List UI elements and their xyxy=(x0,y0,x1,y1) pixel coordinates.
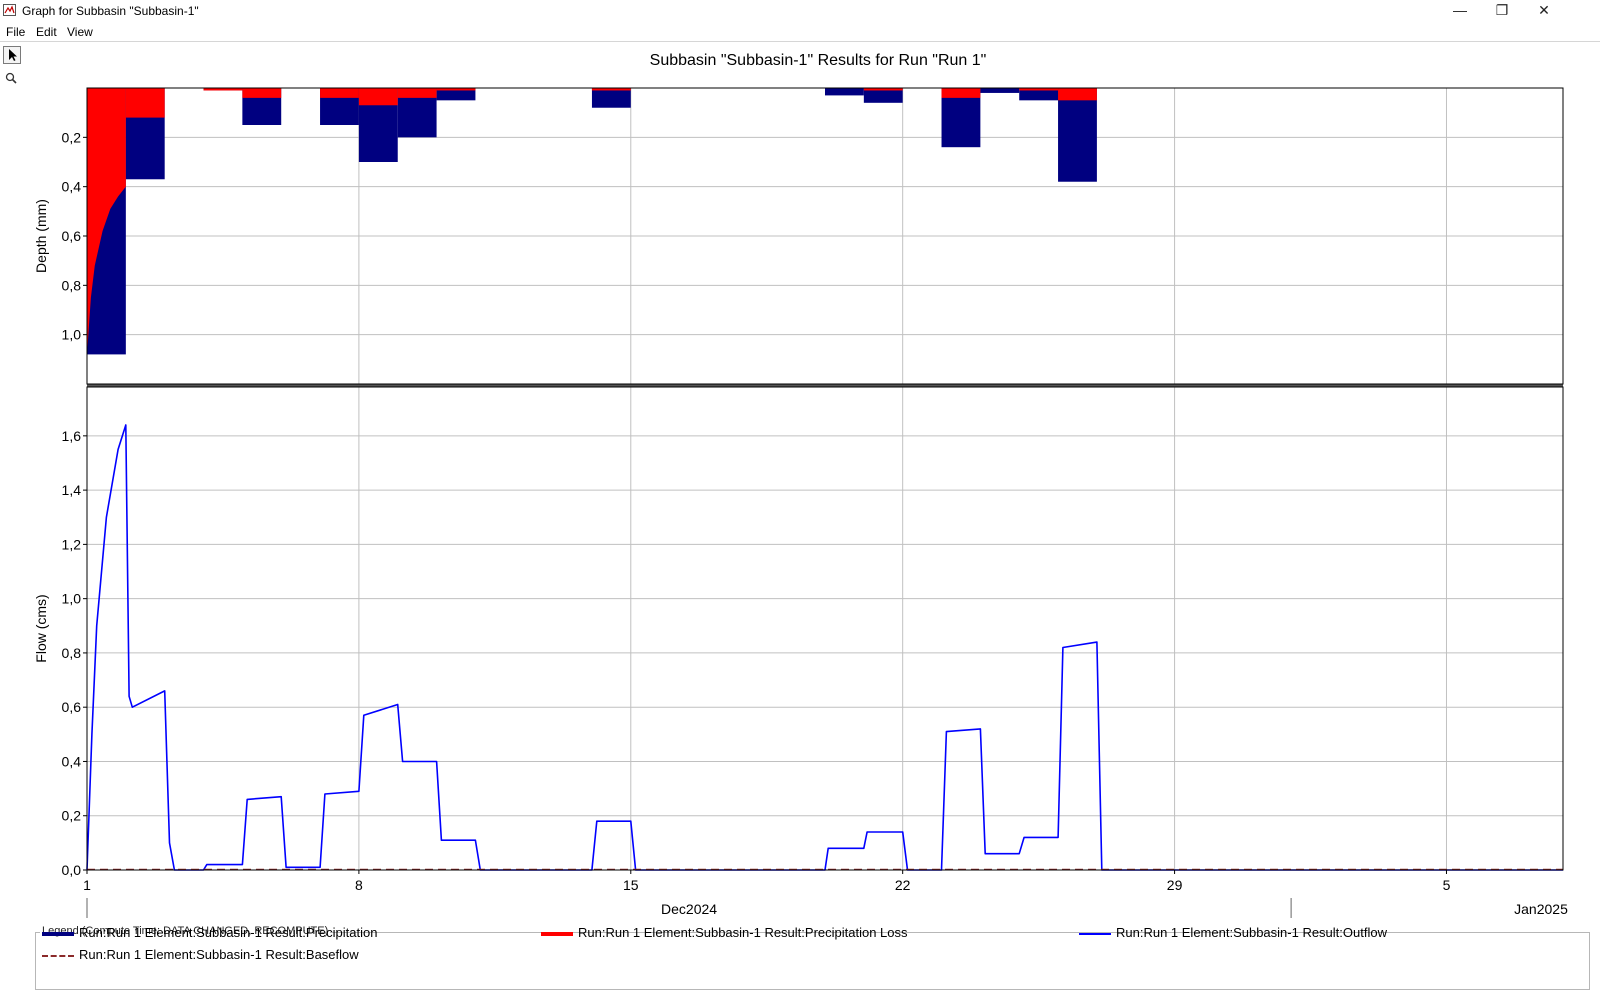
flow-panel: 0,0 0,2 0,4 0,6 0,8 1,0 1,2 1,4 1,6 Flow (cms) xyxy=(33,386,1564,878)
precipitation-loss-bar xyxy=(242,88,282,98)
flow-tick-label: 1,0 xyxy=(62,591,82,607)
legend-box: Legend (Compute Time: DATA CHANGED, RECO… xyxy=(35,925,1590,990)
legend-swatch-precipitation-loss xyxy=(541,932,573,936)
x-tick-label: 8 xyxy=(355,877,363,893)
menu-edit[interactable]: Edit xyxy=(36,25,57,39)
x-tick-label: 22 xyxy=(895,877,911,893)
depth-tick-label: 1,0 xyxy=(62,327,82,343)
legend-swatch-baseflow xyxy=(42,955,74,957)
flow-tick-label: 0,6 xyxy=(62,699,82,715)
legend-entry-precipitation-loss: Run:Run 1 Element:Subbasin-1 Result:Prec… xyxy=(578,925,908,940)
minimize-button[interactable]: — xyxy=(1438,0,1482,22)
x-tick-label: 5 xyxy=(1443,877,1451,893)
window-title: Graph for Subbasin "Subbasin-1" xyxy=(22,4,199,18)
x-tick-label: 29 xyxy=(1167,877,1183,893)
hec-hms-app-icon xyxy=(3,4,16,16)
precipitation-loss-bar xyxy=(1058,88,1097,101)
month-label: Dec2024 xyxy=(661,901,717,917)
precipitation-loss-bar xyxy=(125,88,165,118)
month-label: Jan2025 xyxy=(1514,901,1568,917)
flow-axis-label: Flow (cms) xyxy=(33,594,49,662)
depth-tick-label: 0,4 xyxy=(62,179,82,195)
flow-tick-label: 1,2 xyxy=(62,536,82,552)
precipitation-bar xyxy=(825,88,864,96)
restore-button[interactable]: ❐ xyxy=(1480,0,1524,22)
flow-tick-label: 1,4 xyxy=(62,482,82,498)
menu-bar: File Edit View xyxy=(0,22,1600,42)
precipitation-loss-bar xyxy=(358,88,398,106)
precipitation-bar xyxy=(980,88,1020,93)
flow-tick-label: 0,0 xyxy=(62,862,82,878)
precipitation-loss-bar xyxy=(320,88,359,98)
flow-tick-label: 0,4 xyxy=(62,753,82,769)
flow-plot-area xyxy=(87,387,1563,870)
depth-tick-label: 0,2 xyxy=(62,129,82,145)
precipitation-bar xyxy=(1058,88,1097,182)
depth-panel: 0,2 0,4 0,6 0,8 1,0 Depth (mm) xyxy=(33,87,1564,387)
x-tick-label: 15 xyxy=(623,877,639,893)
precipitation-loss-bar xyxy=(397,88,437,98)
legend-entry-baseflow: Run:Run 1 Element:Subbasin-1 Result:Base… xyxy=(79,947,359,962)
menu-file[interactable]: File xyxy=(6,25,25,39)
flow-tick-label: 0,2 xyxy=(62,808,82,824)
chart-title: Subbasin "Subbasin-1" Results for Run "R… xyxy=(650,52,987,69)
legend-swatch-precipitation xyxy=(42,932,74,936)
depth-axis-label: Depth (mm) xyxy=(33,199,49,273)
precipitation-bar xyxy=(591,88,631,108)
legend-entry-outflow: Run:Run 1 Element:Subbasin-1 Result:Outf… xyxy=(1116,925,1387,940)
close-button[interactable]: ✕ xyxy=(1522,0,1566,22)
x-tick-label: 1 xyxy=(83,877,91,893)
legend-swatch-outflow xyxy=(1079,933,1111,935)
flow-tick-label: 1,6 xyxy=(62,428,82,444)
menu-view[interactable]: View xyxy=(67,25,93,39)
precipitation-loss-bar xyxy=(941,88,981,98)
depth-tick-label: 0,6 xyxy=(62,228,82,244)
time-axis: 1 8 15 22 29 5 Dec2024 Jan2025 xyxy=(83,870,1568,918)
flow-tick-label: 0,8 xyxy=(62,645,82,661)
subbasin-results-chart: Subbasin "Subbasin-1" Results for Run "R… xyxy=(33,52,1568,918)
window-titlebar: Graph for Subbasin "Subbasin-1" — ❐ ✕ xyxy=(0,0,1600,22)
depth-tick-label: 0,8 xyxy=(62,277,82,293)
legend-entry-precipitation: Run:Run 1 Element:Subbasin-1 Result:Prec… xyxy=(79,925,378,940)
